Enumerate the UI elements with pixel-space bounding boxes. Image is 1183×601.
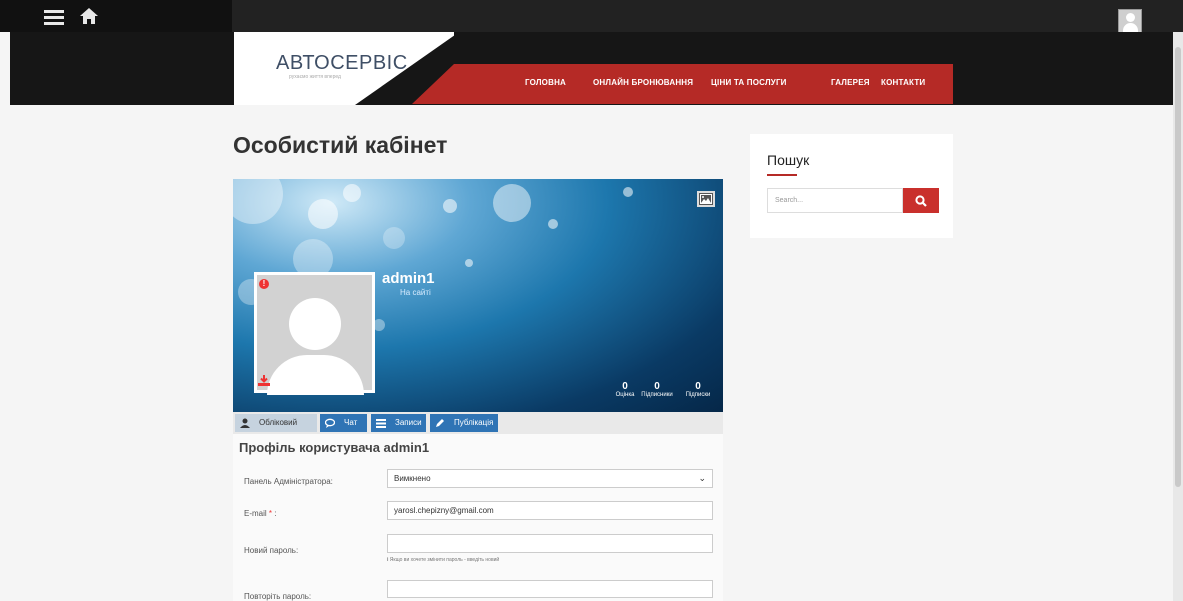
info-icon: i [387, 557, 389, 563]
tab-chat[interactable]: Чат [320, 414, 367, 432]
chat-icon [325, 418, 335, 428]
repeat-password-label: Повторіть пароль: [244, 592, 312, 601]
profile-photo[interactable] [254, 272, 375, 395]
upload-photo-icon[interactable] [258, 373, 270, 386]
nav-item-home[interactable]: ГОЛОВНА [525, 78, 566, 87]
tab-account[interactable]: Обліковий запис [235, 414, 317, 445]
home-icon[interactable] [79, 7, 99, 27]
stat-rating[interactable]: 0 Оцінка [615, 381, 635, 398]
nav-item-prices[interactable]: ЦІНИ ТА ПОСЛУГИ [711, 78, 787, 87]
pencil-icon [436, 419, 444, 427]
list-icon [376, 419, 386, 428]
search-input[interactable]: Search... [767, 188, 903, 213]
stat-followers[interactable]: 0 Підписники [634, 381, 680, 398]
change-cover-icon[interactable] [697, 191, 715, 207]
page-title: Особистий кабінет [233, 132, 448, 158]
nav-item-booking[interactable]: ОНЛАЙН БРОНЮВАННЯ [593, 78, 693, 87]
admin-panel-select[interactable]: Вимкнено ⌄ [387, 469, 713, 488]
tab-bookings[interactable]: Записи [371, 414, 426, 432]
search-widget-title: Пошук [767, 152, 810, 168]
nav-item-gallery[interactable]: ГАЛЕРЕЯ [831, 78, 870, 87]
logo-tagline: рухаємо життя вперед [289, 74, 341, 80]
menu-icon[interactable] [44, 10, 64, 26]
profile-username: admin1 [382, 270, 435, 287]
search-icon [915, 195, 927, 207]
title-underline [767, 174, 797, 176]
scrollbar-thumb[interactable] [1175, 47, 1181, 487]
scrollbar[interactable] [1173, 32, 1183, 601]
new-password-label: Новий пароль: [244, 546, 299, 555]
admin-panel-label: Панель Адміністратора: [244, 477, 333, 486]
admin-bar [0, 0, 1183, 33]
new-password-field[interactable] [387, 534, 713, 553]
repeat-password-field[interactable] [387, 580, 713, 598]
form-title: Профіль користувача admin1 [239, 440, 430, 455]
search-button[interactable] [903, 188, 939, 213]
password-hint: i Якщо ви хочете змінити пароль - введіт… [387, 557, 500, 563]
admin-bar-left [0, 0, 232, 32]
online-status: На сайті [400, 288, 431, 297]
stat-following[interactable]: 0 Підписки [681, 381, 715, 398]
nav-item-contacts[interactable]: КОНТАКТИ [881, 78, 925, 87]
logo-title: АВТОСЕРВІС [276, 52, 408, 74]
search-widget [750, 134, 953, 238]
chevron-down-icon: ⌄ [698, 473, 706, 483]
tab-publication[interactable]: Публікація [430, 414, 498, 432]
email-field[interactable]: yarosl.chepizny@gmail.com [387, 501, 713, 520]
email-label: E-mail * : [244, 509, 277, 518]
info-icon[interactable]: ! [259, 279, 269, 289]
profile-tabs: Обліковий запис Чат Записи Публікація [233, 412, 723, 445]
user-icon [240, 418, 250, 428]
user-avatar-icon[interactable] [1118, 9, 1142, 33]
